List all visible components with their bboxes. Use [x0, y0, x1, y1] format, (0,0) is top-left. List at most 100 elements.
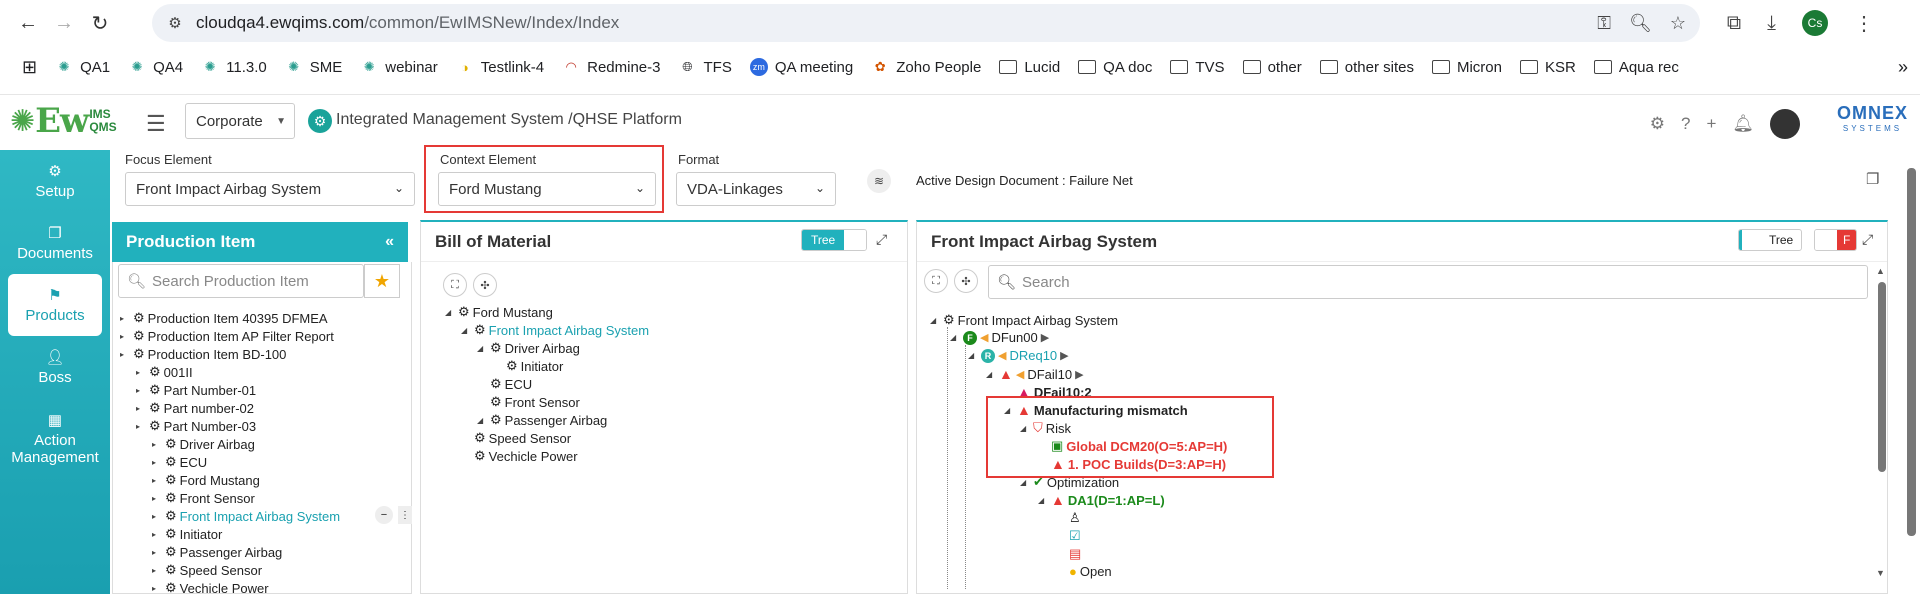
expand-arrow-icon[interactable]: ▸	[120, 332, 130, 341]
tree-node[interactable]: ▸ ⚙ Production Item BD-100	[120, 346, 286, 362]
bookmark-ksr[interactable]: KSR	[1519, 59, 1576, 76]
expand-all-icon[interactable]: ⛶	[443, 273, 467, 297]
hamburger-menu-icon[interactable]: ☰	[146, 111, 166, 137]
tree-node[interactable]: ▸ ⚙ Part Number-03	[136, 418, 256, 434]
page-scrollbar[interactable]	[1907, 168, 1916, 536]
site-info-icon[interactable]: ⚙	[164, 12, 186, 34]
tree-node[interactable]: ◢ ⚙ Front Impact Airbag System	[461, 322, 649, 338]
bookmark-zoho[interactable]: ✿ Zoho People	[871, 58, 982, 76]
format-select[interactable]: VDA-Linkages ⌄	[676, 172, 836, 206]
scroll-up-icon[interactable]: ▲	[1876, 266, 1885, 276]
url-text[interactable]: cloudqa4.ewqims.com/common/EwIMSNew/Inde…	[196, 13, 619, 33]
expand-icon[interactable]: ⤢	[876, 231, 887, 248]
bookmark-qa4[interactable]: ✺ QA4	[128, 58, 183, 76]
tree-node[interactable]: ⚙ Speed Sensor	[461, 430, 571, 446]
profile-avatar[interactable]: Cs	[1802, 10, 1828, 36]
copy-window-icon[interactable]: ❐	[1866, 170, 1879, 188]
bom-tree-toggle[interactable]: Tree	[801, 229, 868, 251]
expand-arrow-icon[interactable]: ▸	[136, 404, 146, 413]
tree-node[interactable]: ◢ ⚙ Driver Airbag	[477, 340, 580, 356]
sidebar-item-products[interactable]: ⚑ Products	[8, 274, 102, 336]
expand-all-icon[interactable]: ⛶	[924, 269, 948, 293]
bookmark-micron[interactable]: Micron	[1431, 59, 1502, 76]
expand-arrow-icon[interactable]: ▸	[120, 350, 130, 359]
net-f-toggle[interactable]: F	[1814, 229, 1858, 251]
net-scrollbar[interactable]	[1878, 282, 1886, 472]
tree-node[interactable]: ▸ ⚙ 001II	[136, 364, 193, 380]
bookmark-aqua-rec[interactable]: Aqua rec	[1593, 59, 1679, 76]
tree-node[interactable]: ◢ ▲ ◀ DFail10 ▶	[986, 366, 1084, 382]
bookmark-qa-doc[interactable]: QA doc	[1078, 59, 1152, 76]
tree-node[interactable]: ☑	[1056, 528, 1081, 544]
bookmark-star-icon[interactable]: ☆	[1670, 13, 1686, 34]
sidebar-item-documents[interactable]: ❐ Documents	[0, 212, 110, 274]
expand-arrow-icon[interactable]: ◢	[461, 326, 471, 335]
bookmark-tfs[interactable]: 🌐︎ TFS	[679, 58, 732, 76]
expand-arrow-icon[interactable]: ▸	[136, 386, 146, 395]
tree-node[interactable]: ▸ ⚙ Passenger Airbag	[152, 544, 282, 560]
expand-arrow-icon[interactable]: ▸	[136, 422, 146, 431]
bookmark-sme[interactable]: ✺ SME	[285, 58, 342, 76]
tree-node[interactable]: ◢ ⚙ Passenger Airbag	[477, 412, 607, 428]
password-key-icon[interactable]: ⚿	[1597, 13, 1611, 34]
expand-arrow-icon[interactable]: ▸	[152, 440, 162, 449]
tree-node[interactable]: ◢ ⚙ Front Impact Airbag System	[930, 312, 1118, 328]
tree-node[interactable]: ▸ ⚙ Part Number-01	[136, 382, 256, 398]
plus-icon[interactable]: +	[1706, 114, 1716, 134]
expand-arrow-icon[interactable]: ▸	[152, 476, 162, 485]
tree-node[interactable]: ▸ ⚙ Ford Mustang	[152, 472, 260, 488]
tree-node[interactable]: ● Open	[1056, 564, 1112, 579]
tree-node[interactable]: ▸ ⚙ Front Impact Airbag System	[152, 508, 340, 524]
sidebar-item-setup[interactable]: ⚙ Setup	[0, 150, 110, 212]
layers-icon[interactable]: ≋	[867, 169, 891, 193]
bell-icon[interactable]: 🔔︎	[1732, 114, 1754, 134]
bookmark-qa-meeting[interactable]: zm QA meeting	[749, 58, 853, 76]
user-avatar[interactable]	[1770, 109, 1800, 139]
bookmark-other-sites[interactable]: other sites	[1319, 59, 1414, 76]
sidebar-item-action-management[interactable]: ▦ Action Management	[0, 398, 110, 478]
expand-arrow-icon[interactable]: ◢	[445, 308, 455, 317]
expand-arrow-icon[interactable]: ▸	[152, 494, 162, 503]
bookmark-redmine[interactable]: ◠ Redmine-3	[562, 58, 660, 76]
tree-node[interactable]: ⚙ ECU	[477, 376, 532, 392]
expand-arrow-icon[interactable]: ▸	[120, 314, 130, 323]
zoom-icon[interactable]: 🔍︎	[1629, 13, 1652, 34]
address-bar[interactable]: ⚙ cloudqa4.ewqims.com/common/EwIMSNew/In…	[152, 4, 1700, 42]
tree-node[interactable]: ▸ ⚙ Front Sensor	[152, 490, 255, 506]
bookmark-tvs[interactable]: TVS	[1170, 59, 1225, 76]
expand-arrow-icon[interactable]: ▸	[152, 458, 162, 467]
tree-node[interactable]: ▸ ⚙ Driver Airbag	[152, 436, 255, 452]
download-icon[interactable]: ⤓	[1767, 12, 1776, 35]
help-icon[interactable]: ?	[1681, 114, 1690, 134]
tree-node[interactable]: ▸ ⚙ Part number-02	[136, 400, 254, 416]
minus-icon[interactable]: −	[375, 506, 393, 524]
expand-arrow-icon[interactable]: ▸	[152, 566, 162, 575]
bookmark-qa1[interactable]: ✺ QA1	[55, 58, 110, 76]
expand-arrow-icon[interactable]: ◢	[477, 416, 487, 425]
collapse-icon[interactable]: «	[385, 233, 394, 251]
tree-node[interactable]: ▸ ⚙ ECU	[152, 454, 207, 470]
expand-icon[interactable]: ⤢	[1862, 231, 1873, 248]
tree-node[interactable]: ⚙ Initiator	[493, 358, 563, 374]
bookmark-other[interactable]: other	[1242, 59, 1302, 76]
tree-node[interactable]: ⚙ Vechicle Power	[461, 448, 578, 464]
tree-node[interactable]: ◢ ▲ DA1(D=1:AP=L)	[1038, 492, 1165, 508]
tree-node[interactable]: ▸ ⚙ Production Item AP Filter Report	[120, 328, 334, 344]
expand-arrow-icon[interactable]: ▸	[152, 512, 162, 521]
expand-arrow-icon[interactable]: ▸	[136, 368, 146, 377]
forward-icon[interactable]: →	[46, 5, 82, 41]
bookmark-1130[interactable]: ✺ 11.3.0	[201, 58, 267, 76]
bookmark-lucid[interactable]: Lucid	[999, 59, 1060, 76]
expand-arrow-icon[interactable]: ▸	[152, 584, 162, 593]
tree-node[interactable]: ◢ R ◀ DReq10 ▶	[968, 348, 1069, 363]
context-element-select[interactable]: Ford Mustang ⌄	[438, 172, 656, 206]
gear-icon[interactable]: ⚙	[1650, 114, 1665, 134]
net-tree-toggle[interactable]: Tree	[1738, 229, 1803, 251]
reload-icon[interactable]: ↻	[82, 5, 118, 41]
tree-node[interactable]: ▸ ⚙ Speed Sensor	[152, 562, 262, 578]
collapse-all-icon[interactable]: ✣	[473, 273, 497, 297]
tree-node[interactable]: ⚙ Front Sensor	[477, 394, 580, 410]
favorite-star-button[interactable]: ★	[364, 264, 400, 298]
tree-node[interactable]: ▸ ⚙ Initiator	[152, 526, 222, 542]
apps-grid-icon[interactable]: ⊞	[22, 57, 37, 78]
